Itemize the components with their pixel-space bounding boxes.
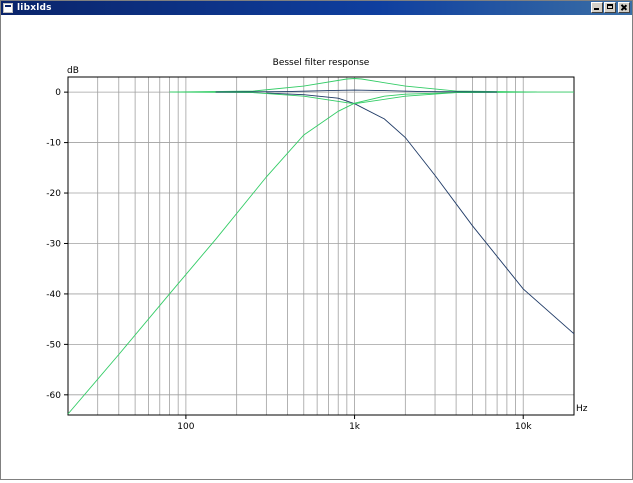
y-tick-label: -40 (46, 290, 61, 300)
app-window: libxlds 0 -10 -20 -30 -40 -50 -60 100 1k 10k Bes… (0, 0, 633, 480)
chart-series (67, 78, 575, 415)
x-tick-label: 1k (349, 422, 361, 432)
x-tick-label: 100 (177, 422, 194, 432)
y-tick-label: -50 (46, 340, 61, 350)
y-tick-label: -60 (46, 391, 61, 401)
close-icon[interactable] (618, 2, 630, 13)
y-axis-label: dB (67, 66, 79, 76)
series-line-1 (67, 91, 574, 415)
chart-grid (67, 77, 575, 415)
filter-response-chart: 0 -10 -20 -30 -40 -50 -60 100 1k 10k Bessel filt… (46, 58, 588, 432)
x-axis-ticks: 100 1k 10k (177, 415, 532, 432)
y-tick-label: -20 (46, 189, 61, 199)
y-axis-ticks: 0 -10 -20 -30 -40 -50 -60 (46, 88, 68, 401)
x-axis-label: Hz (576, 404, 588, 414)
window-title: libxlds (17, 3, 52, 13)
window-controls (590, 2, 630, 13)
maximize-icon[interactable] (604, 2, 616, 13)
app-icon[interactable] (3, 3, 13, 13)
y-tick-label: -30 (46, 239, 61, 249)
x-tick-label: 10k (515, 422, 532, 432)
y-tick-label: -10 (46, 139, 61, 149)
title-bar[interactable]: libxlds (1, 1, 632, 15)
y-tick-label: 0 (55, 88, 61, 98)
client-area: 0 -10 -20 -30 -40 -50 -60 100 1k 10k Bessel filt… (1, 15, 632, 479)
plot-frame (67, 76, 575, 416)
minimize-icon[interactable] (591, 2, 603, 13)
series-line-4 (169, 91, 537, 105)
chart-title: Bessel filter response (273, 58, 370, 68)
